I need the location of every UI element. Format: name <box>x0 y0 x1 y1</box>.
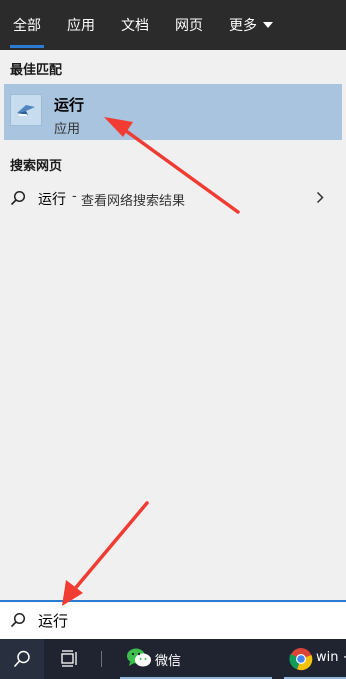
web-search-query: 运行 <box>38 192 66 208</box>
tab-apps-label: 应用 <box>67 18 95 34</box>
taskbar-divider <box>101 651 102 667</box>
best-match-item-run[interactable]: 运行 应用 <box>4 84 342 140</box>
search-icon <box>13 650 30 668</box>
run-app-icon <box>10 94 42 126</box>
best-match-heading: 最佳匹配 <box>10 63 63 78</box>
search-box[interactable] <box>0 600 346 639</box>
annotation-arrow-search-box <box>62 501 149 606</box>
tab-all[interactable]: 全部 <box>0 0 54 50</box>
wechat-label: 微信 <box>155 654 182 669</box>
tab-more-label: 更多 <box>229 18 257 34</box>
web-search-result[interactable]: 运行 - 查看网络搜索结果 <box>0 182 346 214</box>
best-match-name: 运行 <box>54 96 85 114</box>
search-icon <box>10 190 26 206</box>
chrome-icon <box>289 648 313 671</box>
filter-tab-bar: 全部 应用 文档 网页 更多 <box>0 0 346 50</box>
caret-down-icon <box>263 22 273 28</box>
chrome-window-label: win + <box>316 650 346 665</box>
tab-apps[interactable]: 应用 <box>54 0 108 50</box>
start-search-panel: 全部 应用 文档 网页 更多 最佳匹配 运行 应用 搜索网页 运行 - 查看网络… <box>0 0 346 679</box>
wechat-icon <box>127 648 151 667</box>
taskbar: 微信 win + <box>0 639 346 679</box>
task-view-icon <box>61 650 77 667</box>
tab-more[interactable]: 更多 <box>216 0 286 50</box>
search-input[interactable] <box>38 611 318 629</box>
tab-web[interactable]: 网页 <box>162 0 216 50</box>
taskbar-chrome-app[interactable]: win + <box>284 639 346 679</box>
search-icon <box>10 612 26 628</box>
best-match-type: 应用 <box>54 122 81 137</box>
tab-documents-label: 文档 <box>121 18 149 34</box>
tab-web-label: 网页 <box>175 18 203 34</box>
tab-documents[interactable]: 文档 <box>108 0 162 50</box>
chevron-right-icon[interactable] <box>316 191 324 204</box>
web-search-separator: - <box>72 189 77 204</box>
tab-all-label: 全部 <box>13 18 41 34</box>
web-search-description: 查看网络搜索结果 <box>81 194 186 209</box>
taskbar-search-button[interactable] <box>0 639 44 679</box>
taskbar-wechat-app[interactable]: 微信 <box>120 639 272 679</box>
web-search-heading: 搜索网页 <box>10 159 63 174</box>
task-view-button[interactable] <box>54 639 86 679</box>
